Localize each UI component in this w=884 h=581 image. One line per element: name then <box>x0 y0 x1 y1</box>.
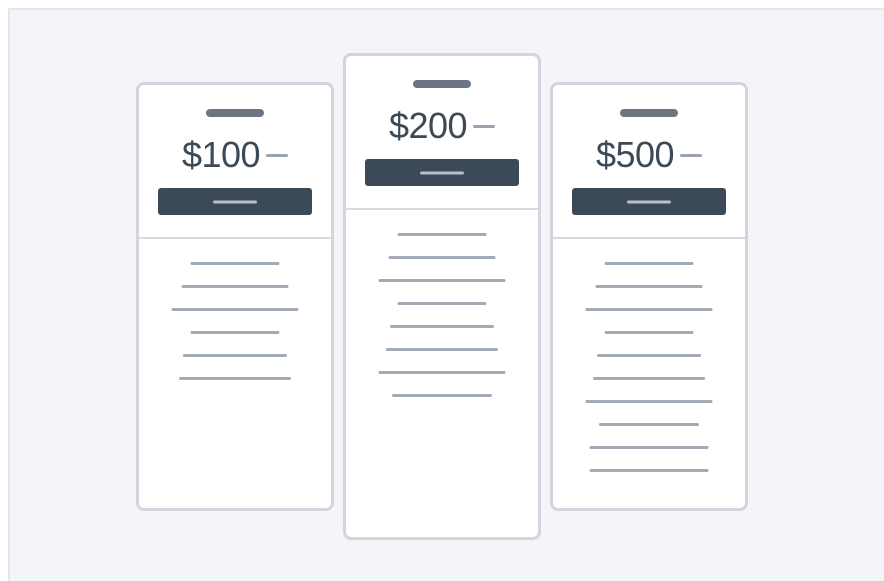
feature-line <box>181 285 289 288</box>
feature-line <box>589 469 709 472</box>
card-divider <box>139 237 331 239</box>
billing-period-placeholder <box>680 153 703 157</box>
card-divider <box>346 208 538 210</box>
feature-line <box>589 446 709 449</box>
pricing-card-basic: $100 <box>136 82 334 511</box>
feature-line <box>386 348 498 351</box>
plan-price: $500 <box>595 134 675 175</box>
billing-period-placeholder <box>473 124 496 128</box>
price-row: $100 <box>139 137 331 173</box>
feature-line <box>604 331 694 334</box>
billing-period-placeholder <box>266 153 289 157</box>
feature-line <box>604 262 694 265</box>
feature-line <box>585 308 713 311</box>
card-divider <box>553 237 745 239</box>
plan-price: $100 <box>181 134 261 175</box>
feature-line <box>171 308 299 311</box>
price-row: $200 <box>346 108 538 144</box>
button-label-placeholder <box>213 200 257 203</box>
select-plan-button[interactable] <box>572 188 726 215</box>
select-plan-button[interactable] <box>365 159 519 186</box>
plan-title-placeholder <box>620 109 678 117</box>
pricing-card-featured: $200 <box>343 53 541 540</box>
feature-line <box>397 233 487 236</box>
plan-title-placeholder <box>413 80 471 88</box>
feature-line <box>390 325 494 328</box>
feature-line <box>595 285 703 288</box>
feature-line <box>179 377 291 380</box>
feature-line <box>392 394 492 397</box>
pricing-canvas: $100 $200 $500 <box>8 8 884 581</box>
feature-line <box>190 262 280 265</box>
price-row: $500 <box>553 137 745 173</box>
button-label-placeholder <box>627 200 671 203</box>
feature-line <box>190 331 280 334</box>
button-label-placeholder <box>420 171 464 174</box>
feature-line <box>183 354 287 357</box>
feature-line <box>378 371 506 374</box>
feature-line <box>397 302 487 305</box>
feature-line <box>593 377 705 380</box>
select-plan-button[interactable] <box>158 188 312 215</box>
pricing-card-premium: $500 <box>550 82 748 511</box>
feature-line <box>585 400 713 403</box>
plan-title-placeholder <box>206 109 264 117</box>
feature-line <box>599 423 699 426</box>
feature-line <box>378 279 506 282</box>
feature-line <box>597 354 701 357</box>
plan-price: $200 <box>388 105 468 146</box>
feature-line <box>388 256 496 259</box>
